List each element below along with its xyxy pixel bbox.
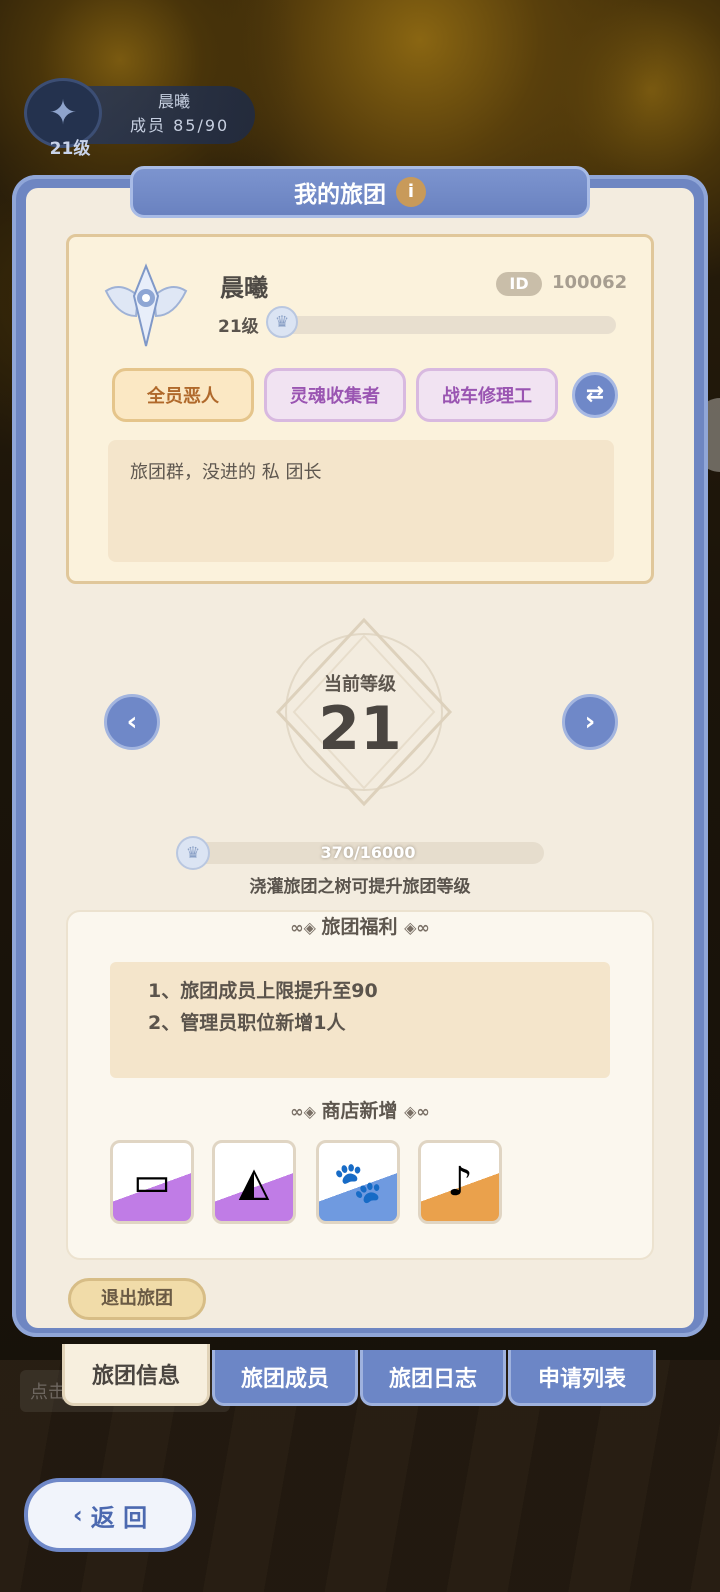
back-button-label: 返 回 — [90, 1503, 148, 1532]
crown-icon: ♛ — [176, 836, 210, 870]
panel-title-bar: 我的旅团 i — [130, 166, 590, 218]
prev-level-button[interactable]: ‹ — [104, 694, 160, 750]
ornament-right-icon: ◈∞ — [404, 918, 430, 937]
ornament-left-icon: ∞◈ — [290, 1102, 322, 1121]
quit-guild-button[interactable]: 退出旅团 — [68, 1278, 206, 1320]
pet-food-bag-icon[interactable]: 🐾 — [316, 1140, 400, 1224]
chevron-left-icon: ‹ — [126, 707, 138, 737]
ornament-left-icon: ∞◈ — [290, 918, 322, 937]
next-level-button[interactable]: › — [562, 694, 618, 750]
tab-guild-info[interactable]: 旅团信息 — [62, 1344, 210, 1406]
back-arrow-icon: ‹ — [72, 1501, 83, 1529]
mini-badge-members: 成员 85/90 — [130, 116, 230, 135]
info-icon[interactable]: i — [396, 177, 426, 207]
panel-title: 我的旅团 — [294, 182, 386, 208]
guild-tag-2[interactable]: 灵魂收集者 — [264, 368, 406, 422]
guild-mini-badge[interactable]: ✦ 21级 晨曦 成员 85/90 — [10, 78, 260, 159]
lyre-icon[interactable]: ♪ — [418, 1140, 502, 1224]
tab-guild-members[interactable]: 旅团成员 — [212, 1350, 358, 1406]
guild-level-label: 21级 — [218, 317, 259, 337]
shop-title: 商店新增 — [321, 1100, 398, 1122]
chevron-right-icon: › — [584, 707, 596, 737]
guild-emblem-icon — [96, 256, 196, 356]
back-button[interactable]: ‹ 返 回 — [24, 1478, 196, 1552]
shop-title-row: ∞◈ 商店新增 ◈∞ — [66, 1096, 654, 1123]
ornament-right-icon: ◈∞ — [404, 1102, 430, 1121]
benefit-line-1: 1、旅团成员上限提升至90 — [148, 980, 378, 1002]
mini-badge-level: 21级 — [49, 139, 91, 159]
guild-tag-3[interactable]: 战车修理工 — [416, 368, 558, 422]
tree-hint: 浇灌旅团之树可提升旅团等级 — [249, 877, 471, 897]
guild-tag-1[interactable]: 全员恶人 — [112, 368, 254, 422]
guild-notice-text: 旅团群，没进的 私 团长 — [130, 462, 322, 483]
current-level-value: 21 — [318, 694, 402, 764]
swap-tags-icon[interactable]: ⇄ — [572, 372, 618, 418]
guild-name: 晨曦 — [220, 274, 268, 302]
tab-application-list[interactable]: 申请列表 — [508, 1350, 656, 1406]
tab-guild-log[interactable]: 旅团日志 — [360, 1350, 506, 1406]
id-label: ID — [496, 272, 542, 296]
mini-badge-name: 晨曦 — [158, 92, 191, 111]
benefits-title-row: ∞◈ 旅团福利 ◈∞ — [66, 912, 654, 939]
cheese-icon[interactable]: ◭ — [212, 1140, 296, 1224]
benefits-title: 旅团福利 — [321, 916, 398, 938]
guild-tree-progress-text: 370/16000 — [320, 843, 416, 862]
guild-exp-bar — [280, 316, 616, 334]
iron-ingot-icon[interactable]: ▭ — [110, 1140, 194, 1224]
crown-icon: ♛ — [266, 306, 298, 338]
current-level-label: 当前等级 — [324, 674, 396, 695]
guild-id: 100062 — [552, 272, 628, 293]
benefit-line-2: 2、管理员职位新增1人 — [148, 1012, 346, 1034]
